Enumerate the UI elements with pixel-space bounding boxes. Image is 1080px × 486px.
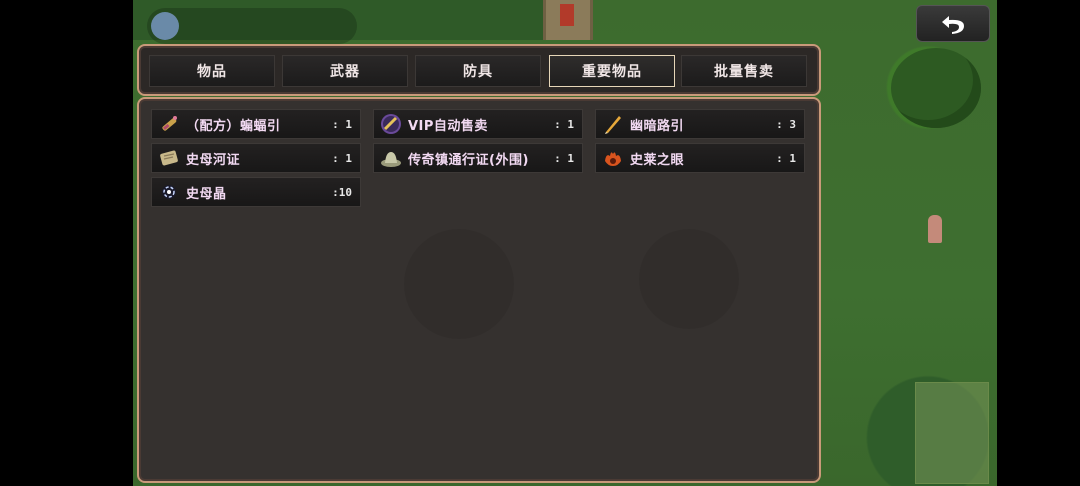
- item-count: : 1: [332, 151, 352, 165]
- back-arrow-icon: [942, 15, 964, 34]
- item-name: （配方）蝙蝠引: [186, 118, 281, 134]
- item-count: : 1: [554, 117, 574, 131]
- crystal-orb-icon: [158, 181, 180, 203]
- item-name: 传奇镇通行证(外围): [408, 152, 529, 168]
- item-name: 史莱之眼: [630, 152, 685, 168]
- item-name: VIP自动售卖: [408, 118, 488, 134]
- side-menu-panel: [915, 382, 989, 484]
- list-item[interactable]: 史莱之眼 : 1: [595, 143, 805, 173]
- item-name: 史母河证: [186, 152, 241, 168]
- tab-key-items[interactable]: 重要物品: [549, 55, 675, 87]
- tower-sprite: [543, 0, 593, 40]
- item-count: : 1: [332, 117, 352, 131]
- item-name: 幽暗路引: [630, 118, 685, 134]
- hat-pass-icon: [380, 147, 402, 169]
- item-count: : 1: [776, 151, 796, 165]
- list-item[interactable]: 幽暗路引 : 3: [595, 109, 805, 139]
- list-item[interactable]: 传奇镇通行证(外围) : 1: [373, 143, 583, 173]
- river-pass-scroll-icon: [158, 147, 180, 169]
- player-hud: [147, 8, 357, 44]
- tab-bulk-sell[interactable]: 批量售卖: [681, 55, 807, 87]
- inventory-panel: （配方）蝙蝠引 : 1 VIP自动售卖 : 1 幽暗路引 : 3 史母河证 : …: [137, 97, 821, 483]
- tab-items[interactable]: 物品: [149, 55, 275, 87]
- tab-armor[interactable]: 防具: [415, 55, 541, 87]
- list-item[interactable]: VIP自动售卖 : 1: [373, 109, 583, 139]
- tab-bar: 物品 武器 防具 重要物品 批量售卖: [137, 44, 821, 96]
- flame-eye-icon: [602, 147, 624, 169]
- avatar: [151, 12, 179, 40]
- back-button[interactable]: [916, 5, 990, 42]
- list-item[interactable]: （配方）蝙蝠引 : 1: [151, 109, 361, 139]
- tab-weapons[interactable]: 武器: [282, 55, 408, 87]
- item-count: : 3: [776, 117, 796, 131]
- item-count: :10: [332, 185, 352, 199]
- golden-quill-icon: [602, 113, 624, 135]
- background-shadow: [404, 229, 514, 339]
- tree-sprite: [891, 48, 981, 128]
- item-count: : 1: [554, 151, 574, 165]
- list-item[interactable]: 史母晶 :10: [151, 177, 361, 207]
- recipe-scroll-icon: [158, 113, 180, 135]
- vip-coin-icon: [380, 113, 402, 135]
- list-item[interactable]: 史母河证 : 1: [151, 143, 361, 173]
- background-shadow: [639, 229, 739, 329]
- npc-sprite[interactable]: [928, 215, 942, 243]
- item-name: 史母晶: [186, 186, 227, 202]
